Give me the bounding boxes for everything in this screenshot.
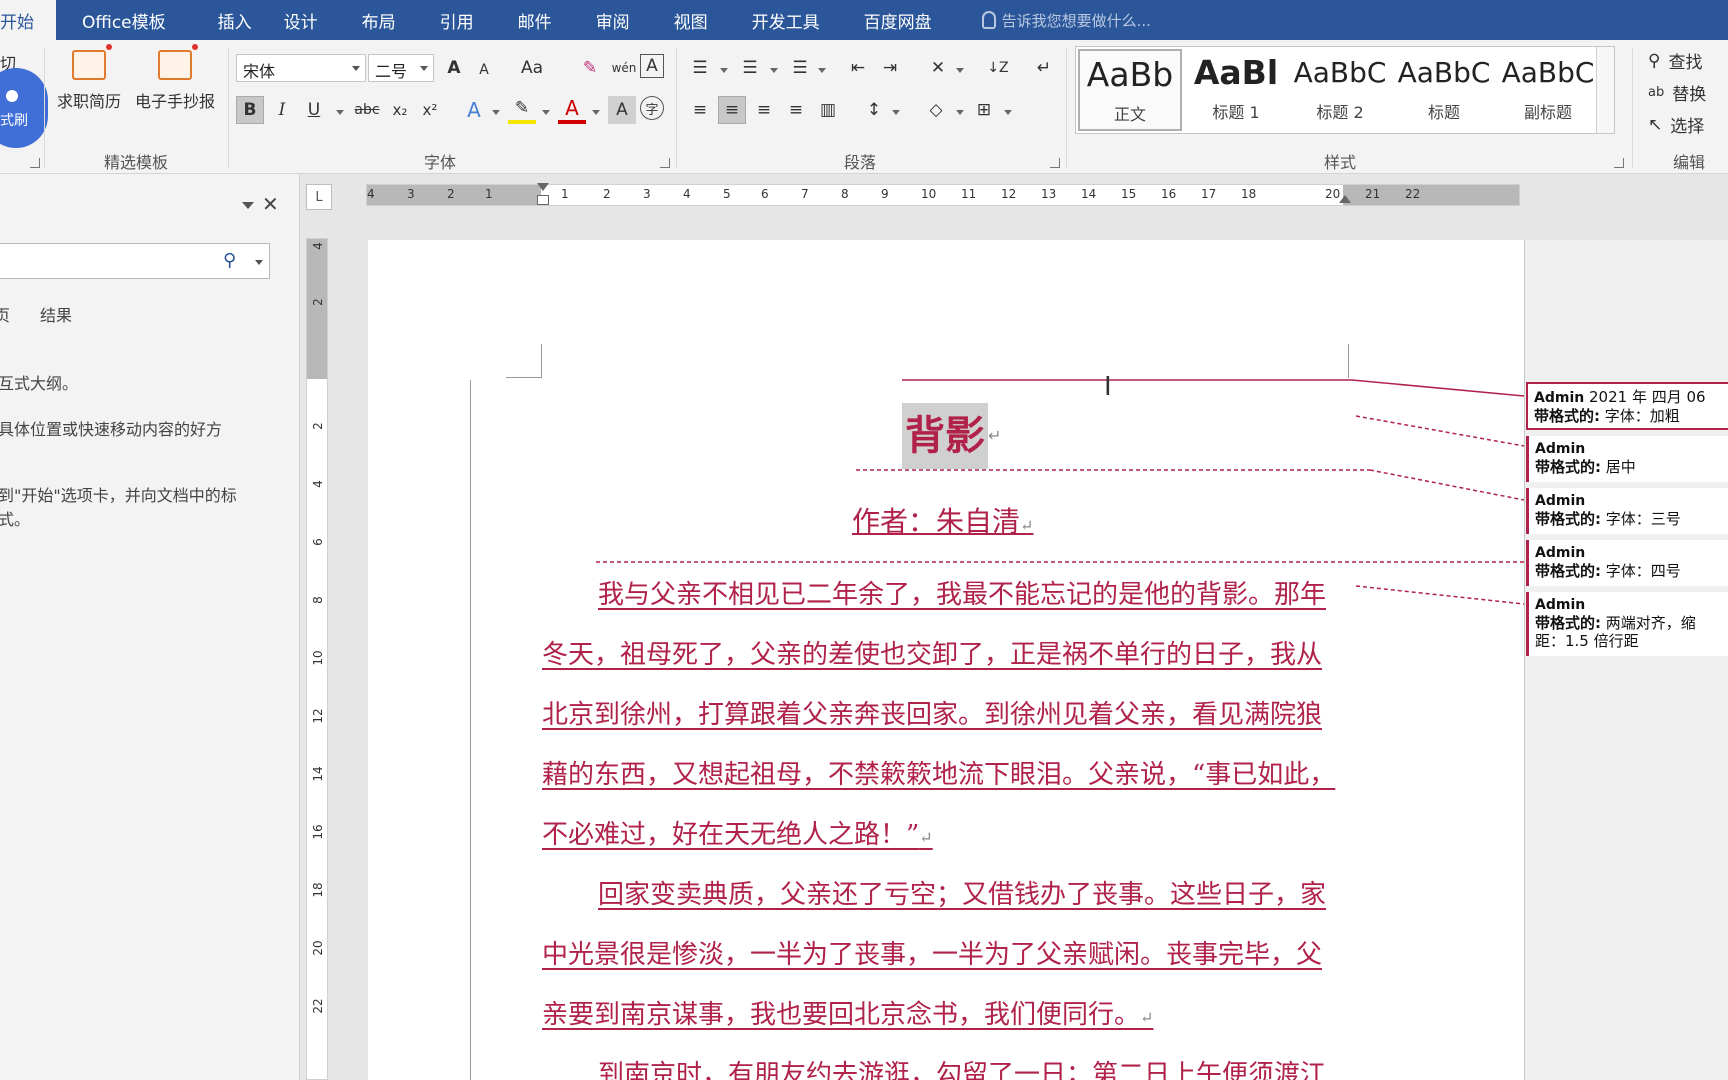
doc-line[interactable]: 我与父亲不相见已二年余了，我最不能忘记的是他的背影。那年 — [542, 578, 1348, 612]
comment-date: 2021 年 四月 06 — [1589, 388, 1706, 406]
comment-text: 字体：加粗 — [1604, 407, 1680, 425]
revision-balloon[interactable]: Admin 2021 年 四月 06 带格式的: 字体：加粗 — [1526, 382, 1728, 430]
comment-label: 带格式的 — [1534, 407, 1595, 425]
doc-line[interactable]: 冬天，祖母死了，父亲的差使也交卸了，正是祸不单行的日子，我从 — [542, 638, 1348, 672]
comment-label: 带格式的 — [1535, 510, 1596, 528]
author-text: 作者：朱自清 — [852, 505, 1021, 538]
revision-connectors — [596, 379, 1525, 605]
doc-line[interactable]: 到南京时，有朋友约去游逛，勾留了一日；第二日上午便须渡江 — [542, 1058, 1348, 1080]
comment-text: 距：1.5 倍行距 — [1535, 632, 1639, 650]
comment-text: 两端对齐，缩 — [1605, 614, 1696, 632]
comment-label: 带格式的 — [1535, 458, 1596, 476]
doc-line[interactable]: 不必难过，好在天无绝人之路！”↵ — [542, 818, 1348, 855]
doc-title[interactable]: 背影 — [902, 403, 988, 469]
comment-text: 居中 — [1605, 458, 1636, 476]
comment-label: 带格式的 — [1535, 562, 1596, 580]
doc-line-text: 不必难过，好在天无绝人之路！” — [542, 820, 920, 850]
doc-line[interactable]: 藉的东西，又想起祖母，不禁簌簌地流下眼泪。父亲说，“事已如此， — [542, 758, 1348, 792]
doc-line[interactable]: 中光景很是惨淡，一半为了丧事，一半为了父亲赋闲。丧事完毕，父 — [542, 938, 1348, 972]
comment-text: 字体：三号 — [1605, 510, 1681, 528]
connector-line — [1369, 469, 1525, 501]
comment-author: Admin — [1535, 493, 1586, 509]
paragraph-mark: ↵ — [1020, 516, 1034, 535]
comment-text: 字体：四号 — [1605, 562, 1681, 580]
doc-line-text: 亲要到南京谋事，我也要回北京念书，我们便同行。 — [542, 1000, 1141, 1030]
text-cursor-icon: I — [1104, 372, 1112, 402]
comment-author: Admin — [1535, 441, 1586, 457]
comment-author: Admin — [1535, 545, 1586, 561]
doc-line[interactable]: 亲要到南京谋事，我也要回北京念书，我们便同行。↵ — [542, 998, 1348, 1035]
revision-balloon[interactable]: Admin 带格式的: 两端对齐，缩 距：1.5 倍行距 — [1526, 592, 1728, 656]
revision-balloon[interactable]: Admin 带格式的: 居中 — [1526, 436, 1728, 482]
connector-line — [1351, 379, 1525, 397]
comment-author: Admin — [1535, 597, 1586, 613]
connector-line — [1355, 415, 1525, 447]
connector-line — [1355, 585, 1525, 605]
revision-balloon[interactable]: Admin 带格式的: 字体：四号 — [1526, 540, 1728, 586]
revision-balloon[interactable]: Admin 带格式的: 字体：三号 — [1526, 488, 1728, 534]
doc-line[interactable]: 回家变卖典质，父亲还了亏空；又借钱办了丧事。这些日子，家 — [542, 878, 1348, 912]
comment-author: Admin — [1534, 390, 1585, 406]
paragraph-mark: ↵ — [1140, 1008, 1154, 1027]
doc-line[interactable]: 北京到徐州，打算跟着父亲奔丧回家。到徐州见着父亲，看见满院狼 — [542, 698, 1348, 732]
paragraph-mark: ↵ — [919, 828, 933, 847]
doc-author[interactable]: 作者：朱自清↵ — [852, 500, 1033, 540]
comment-label: 带格式的 — [1535, 614, 1596, 632]
paragraph-mark: ↵ — [988, 426, 1002, 445]
